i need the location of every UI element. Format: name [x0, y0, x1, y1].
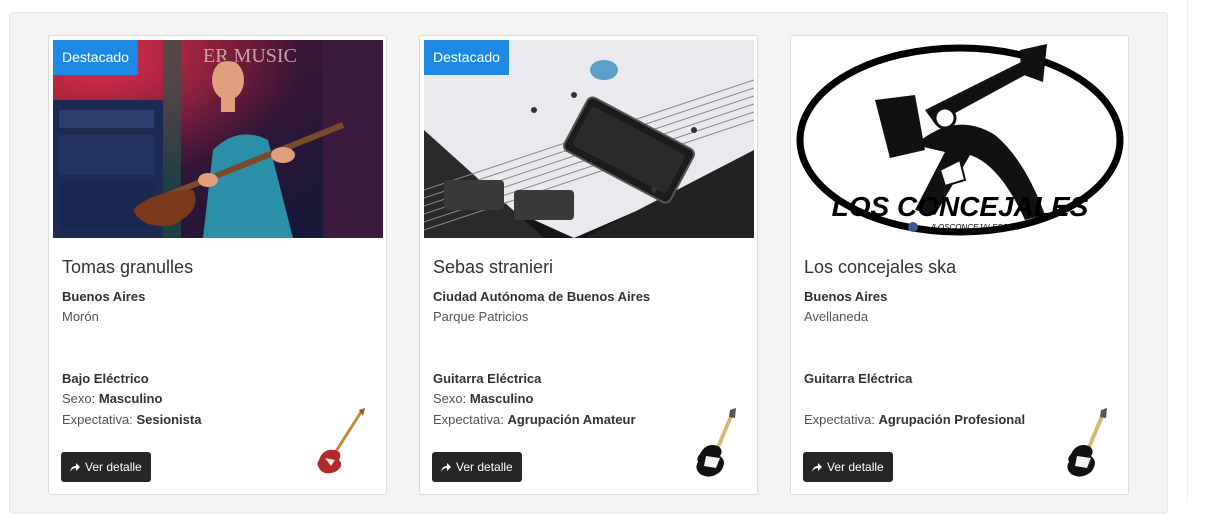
- logo-subtitle: /LOSCONCEJALESSKA: [930, 223, 1019, 232]
- instrument-label: Bajo Eléctrico: [62, 371, 149, 386]
- musician-name[interactable]: Sebas stranieri: [433, 257, 553, 278]
- gender-row: Sexo: Masculino: [433, 391, 533, 406]
- province-label: Ciudad Autónoma de Buenos Aires: [433, 289, 651, 304]
- expectation-row: Expectativa: Sesionista: [62, 412, 201, 427]
- band-logo-image[interactable]: LOS CONCEJALES /LOSCONCEJALESSKA: [795, 40, 1125, 238]
- musician-card[interactable]: ER MUSIC Destacado Tomas granulles Bueno…: [48, 35, 387, 495]
- featured-badge: Destacado: [424, 40, 509, 75]
- view-detail-label: Ver detalle: [456, 460, 513, 474]
- share-arrow-icon: [441, 463, 451, 472]
- musician-card[interactable]: LOS CONCEJALES /LOSCONCEJALESSKA Los con…: [790, 35, 1129, 495]
- expectation-value: Agrupación Amateur: [507, 412, 636, 427]
- province-label: Buenos Aires: [804, 289, 888, 304]
- bass-guitar-icon: [317, 408, 365, 474]
- logo-title: LOS CONCEJALES: [832, 191, 1089, 222]
- expectation-value: Sesionista: [136, 412, 202, 427]
- musician-card[interactable]: Destacado Sebas stranieri Ciudad Autónom…: [419, 35, 758, 495]
- gender-value: Masculino: [469, 391, 534, 406]
- instrument-label: Guitarra Eléctrica: [433, 371, 542, 386]
- gender-value: Masculino: [98, 391, 163, 406]
- instrument-label: Guitarra Eléctrica: [804, 371, 913, 386]
- city-label: Morón: [62, 309, 99, 324]
- expectation-value: Agrupación Profesional: [878, 412, 1026, 427]
- gender-label: Sexo:: [62, 391, 99, 406]
- city-label: Avellaneda: [804, 309, 869, 324]
- expectation-label: Expectativa:: [62, 412, 137, 427]
- share-arrow-icon: [70, 463, 80, 472]
- expectation-label: Expectativa:: [804, 412, 879, 427]
- city-label: Parque Patricios: [433, 309, 529, 324]
- view-detail-button[interactable]: Ver detalle: [61, 452, 151, 482]
- view-detail-label: Ver detalle: [827, 460, 884, 474]
- expectation-label: Expectativa:: [433, 412, 508, 427]
- expectation-row: Expectativa: Agrupación Profesional: [804, 412, 1025, 427]
- province-label: Buenos Aires: [62, 289, 146, 304]
- musician-name[interactable]: Tomas granulles: [62, 257, 193, 278]
- electric-guitar-icon: [1067, 408, 1107, 477]
- featured-badge: Destacado: [53, 40, 138, 75]
- gender-row: Sexo: Masculino: [62, 391, 162, 406]
- gender-label: Sexo:: [433, 391, 470, 406]
- view-detail-label: Ver detalle: [85, 460, 142, 474]
- view-detail-button[interactable]: Ver detalle: [432, 452, 522, 482]
- electric-guitar-icon: [696, 408, 736, 477]
- share-arrow-icon: [812, 463, 822, 472]
- divider: [1187, 0, 1188, 502]
- musician-name[interactable]: Los concejales ska: [804, 257, 956, 278]
- view-detail-button[interactable]: Ver detalle: [803, 452, 893, 482]
- expectation-row: Expectativa: Agrupación Amateur: [433, 412, 636, 427]
